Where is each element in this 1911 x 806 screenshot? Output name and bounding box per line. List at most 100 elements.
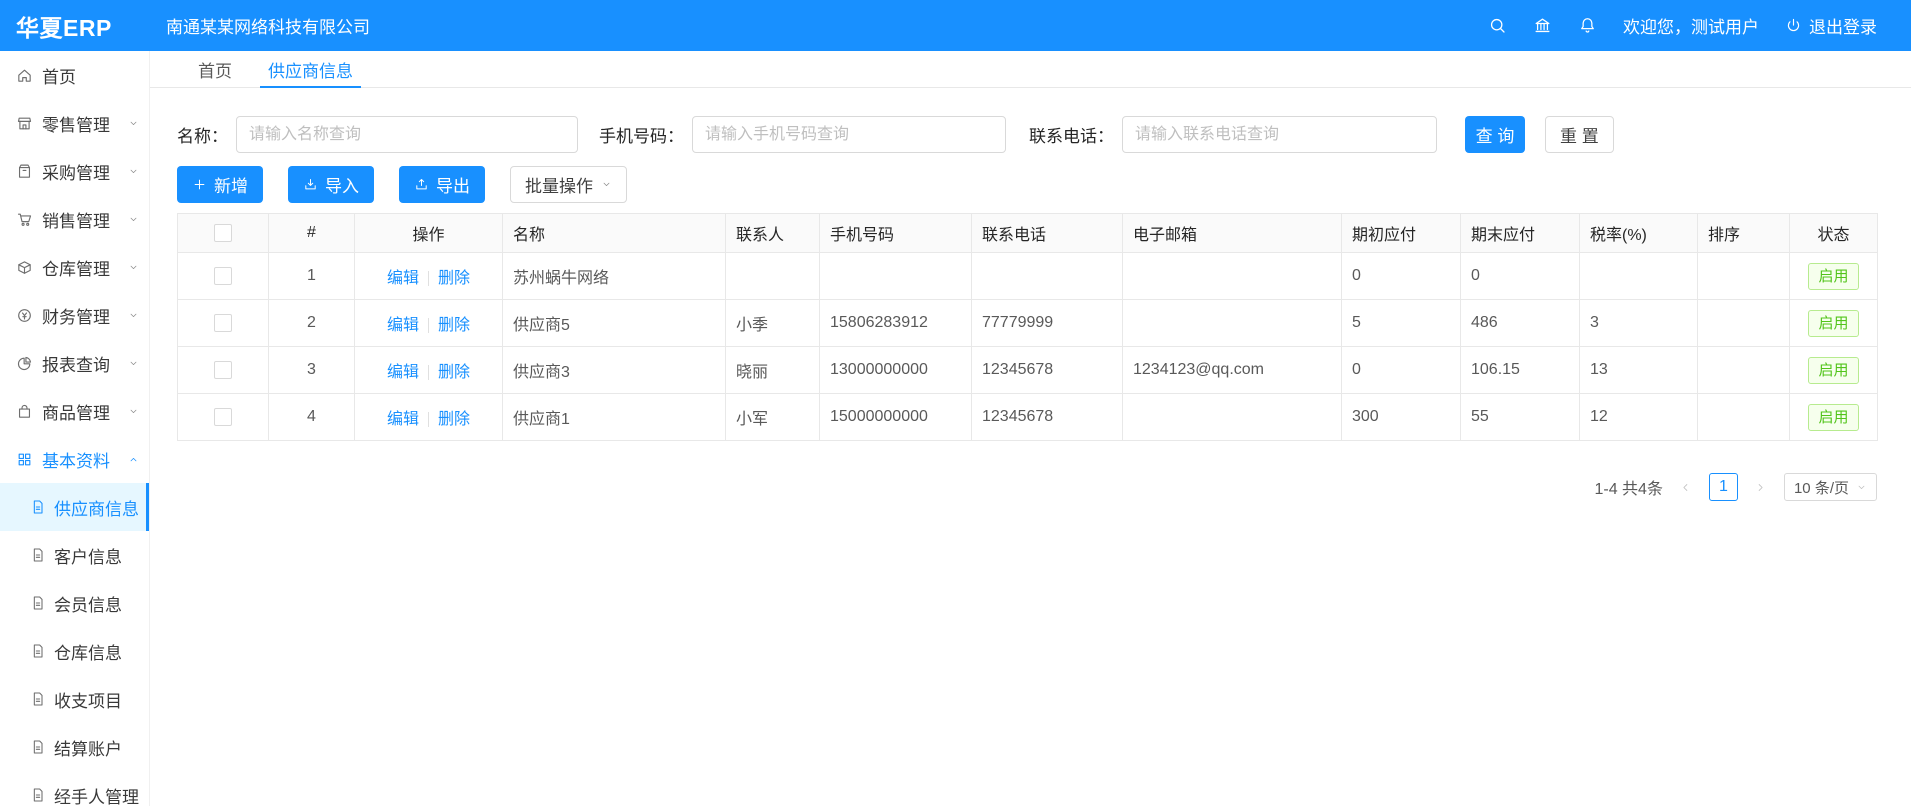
sort-cell [1698,300,1790,347]
sidebar-item-customer-info[interactable]: 客户信息 [0,531,149,579]
delete-link[interactable]: 删除 [438,411,470,428]
sidebar-item-basic-data[interactable]: 基本资料 [0,435,149,483]
phone-cell: 12345678 [972,347,1123,394]
document-icon [30,643,46,659]
row-actions-cell: 编辑 删除 [355,300,503,347]
name-cell: 供应商3 [503,347,726,394]
chevron-left-icon [1679,481,1692,494]
row-select-checkbox[interactable] [214,361,232,379]
add-button[interactable]: 新增 [177,166,263,203]
sidebar-item-label: 报表查询 [42,351,128,376]
pagination-next-button[interactable] [1748,473,1774,501]
status-badge: 启用 [1808,357,1858,384]
pagination-total: 1-4 共4条 [1594,475,1662,499]
edit-link[interactable]: 编辑 [387,411,419,428]
search-button[interactable]: 查 询 [1465,116,1525,153]
pagination: 1-4 共4条 1 10 条/页 [177,473,1877,501]
export-button[interactable]: 导出 [399,166,485,203]
row-number-cell: 4 [269,394,355,441]
contact-cell: 小军 [726,394,820,441]
chevron-down-icon [1856,482,1867,493]
row-select-checkbox[interactable] [214,408,232,426]
tab-home[interactable]: 首页 [180,51,250,87]
status-cell: 启用 [1790,300,1878,347]
sort-cell [1698,347,1790,394]
column-header: 联系电话 [972,214,1123,253]
sidebar-item-report[interactable]: 报表查询 [0,339,149,387]
export-icon [414,177,429,192]
phone-filter-group: 联系电话： [1029,116,1437,153]
edit-link[interactable]: 编辑 [387,317,419,334]
import-icon [303,177,318,192]
row-select-checkbox[interactable] [214,267,232,285]
sidebar-item-member-info[interactable]: 会员信息 [0,579,149,627]
pagination-page-1-button[interactable]: 1 [1709,473,1738,501]
page-size-value: 10 条/页 [1794,477,1849,498]
sidebar-item-goods[interactable]: 商品管理 [0,387,149,435]
logout-icon [1785,17,1802,34]
begin-payable-cell: 300 [1342,394,1461,441]
table-row: 2 编辑删除 供应商5 小季 15806283912 77779999 5 48… [178,300,1878,347]
logout-button[interactable]: 退出登录 [1785,13,1877,38]
sidebar-subitem-label: 会员信息 [54,591,122,616]
delete-link[interactable]: 删除 [438,364,470,381]
pagination-prev-button[interactable] [1673,473,1699,501]
sidebar-subitem-label: 经手人管理 [54,783,139,806]
document-icon [30,595,46,611]
contact-cell [726,253,820,300]
platform-icon[interactable] [1533,16,1552,35]
divider [428,318,429,333]
sidebar-item-income-expense[interactable]: 收支项目 [0,675,149,723]
document-icon [30,739,46,755]
end-payable-cell: 106.15 [1461,347,1580,394]
sidebar-item-settlement-account[interactable]: 结算账户 [0,723,149,771]
sidebar-item-warehouse[interactable]: 仓库管理 [0,243,149,291]
search-icon[interactable] [1488,16,1507,35]
column-header: 状态 [1790,214,1878,253]
tax-rate-cell [1580,253,1698,300]
sidebar-item-handler-management[interactable]: 经手人管理 [0,771,149,806]
row-number-cell: 1 [269,253,355,300]
row-select-checkbox[interactable] [214,314,232,332]
notification-bell-icon[interactable] [1578,16,1597,35]
name-filter-label: 名称： [177,122,228,147]
delete-link[interactable]: 删除 [438,270,470,287]
page-size-select[interactable]: 10 条/页 [1784,473,1877,501]
end-payable-cell: 55 [1461,394,1580,441]
chevron-down-icon [128,262,139,273]
edit-link[interactable]: 编辑 [387,270,419,287]
purchase-icon [16,163,33,180]
row-number-cell: 2 [269,300,355,347]
main-area: 首页 供应商信息 名称： 手机号码： 联系电话： 查 询 重 置 [150,51,1911,806]
import-button[interactable]: 导入 [288,166,374,203]
tab-supplier-info[interactable]: 供应商信息 [250,51,371,87]
column-header: 联系人 [726,214,820,253]
delete-link[interactable]: 删除 [438,317,470,334]
mobile-search-input[interactable] [692,116,1006,153]
begin-payable-cell: 0 [1342,347,1461,394]
reset-button[interactable]: 重 置 [1545,116,1614,153]
sidebar-item-purchase[interactable]: 采购管理 [0,147,149,195]
batch-operation-button[interactable]: 批量操作 [510,166,627,203]
sidebar-item-warehouse-info[interactable]: 仓库信息 [0,627,149,675]
report-icon [16,355,33,372]
name-cell: 供应商1 [503,394,726,441]
sidebar-item-label: 零售管理 [42,111,128,136]
row-actions-cell: 编辑 删除 [355,253,503,300]
mobile-cell: 13000000000 [820,347,972,394]
mobile-cell [820,253,972,300]
sidebar-item-retail[interactable]: 零售管理 [0,99,149,147]
chevron-down-icon [128,310,139,321]
select-all-checkbox[interactable] [214,224,232,242]
document-icon [30,787,46,803]
sidebar-item-supplier-info[interactable]: 供应商信息 [0,483,149,531]
sidebar-subitem-label: 仓库信息 [54,639,122,664]
sidebar-item-sales[interactable]: 销售管理 [0,195,149,243]
sidebar-subitem-label: 客户信息 [54,543,122,568]
name-search-input[interactable] [236,116,578,153]
sidebar-item-home[interactable]: 首页 [0,51,149,99]
edit-link[interactable]: 编辑 [387,364,419,381]
sidebar-item-finance[interactable]: 财务管理 [0,291,149,339]
phone-search-input[interactable] [1122,116,1437,153]
table-row: 3 编辑删除 供应商3 晓丽 13000000000 12345678 1234… [178,347,1878,394]
